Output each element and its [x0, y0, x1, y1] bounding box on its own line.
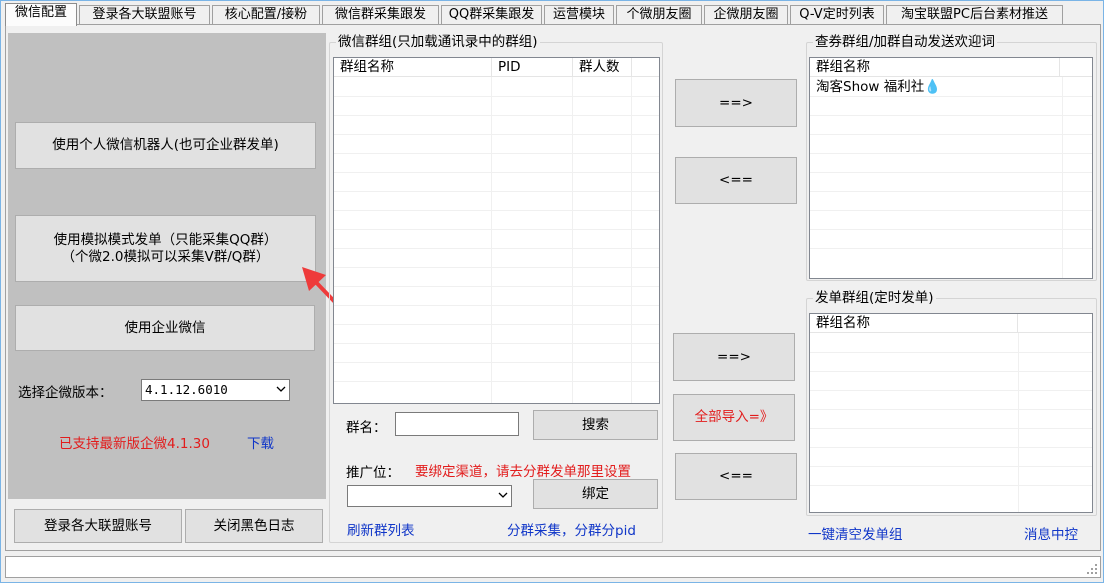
search-label: 搜索: [582, 416, 609, 433]
download-link[interactable]: 下载: [247, 432, 274, 452]
promo-position-label: 推广位：: [346, 465, 400, 481]
coupon-groups-list[interactable]: 群组名称 淘客Show 福利社💧: [809, 57, 1093, 279]
split-group-collect-link[interactable]: 分群采集，分群分pid: [507, 519, 636, 539]
close-log-button[interactable]: 关闭黑色日志: [185, 509, 323, 543]
remove-from-send-groups-button[interactable]: <==: [675, 453, 797, 500]
send-groups-list[interactable]: 群组名称: [809, 313, 1093, 513]
column-member-count[interactable]: 群人数: [573, 58, 632, 77]
login-alliance-button[interactable]: 登录各大联盟账号: [14, 509, 182, 543]
group-name-label: 群名：: [346, 420, 387, 436]
clear-send-groups-link[interactable]: 一键清空发单组: [808, 523, 903, 543]
group-name-input[interactable]: [395, 412, 519, 436]
remove-from-coupon-groups-button[interactable]: <==: [675, 157, 797, 204]
enterprise-wechat-button[interactable]: 使用企业微信: [15, 305, 315, 351]
personal-wechat-bot-label: 使用个人微信机器人(也可企业群发单): [52, 137, 279, 153]
chevron-down-icon: [498, 492, 508, 498]
send-groups-header: 群组名称: [810, 314, 1092, 333]
search-button[interactable]: 搜索: [533, 410, 658, 440]
simulate-mode-label-line2: （个微2.0模拟可以采集V群/Q群）: [61, 248, 270, 265]
column-group-name[interactable]: 群组名称: [810, 314, 1018, 333]
personal-wechat-bot-button[interactable]: 使用个人微信机器人(也可企业群发单): [15, 122, 316, 169]
add-bottom-label: ==>: [717, 348, 751, 365]
bind-label: 绑定: [582, 485, 609, 502]
add-to-send-groups-button[interactable]: ==>: [673, 333, 795, 381]
tab-login-alliance[interactable]: 登录各大联盟账号: [79, 5, 210, 25]
coupon-groups-header: 群组名称: [810, 58, 1092, 77]
bind-button[interactable]: 绑定: [533, 479, 658, 509]
version-label: 选择企微版本：: [18, 385, 113, 401]
tab-wechat-group-collect[interactable]: 微信群采集跟发: [322, 5, 439, 25]
version-select[interactable]: 4.1.12.6010: [141, 379, 290, 401]
tab-taobao-pc-push[interactable]: 淘宝联盟PC后台素材推送: [886, 5, 1063, 25]
coupon-groups-title: 查券群组/加群自动发送欢迎词: [813, 34, 998, 50]
message-center-link[interactable]: 消息中控: [1024, 523, 1078, 543]
status-bar: [5, 556, 1101, 578]
remove-bottom-label: <==: [719, 468, 753, 484]
resize-grip-icon[interactable]: [1086, 563, 1098, 575]
list-item[interactable]: 淘客Show 福利社💧: [810, 78, 941, 97]
column-group-name[interactable]: 群组名称: [810, 58, 1060, 77]
close-log-label: 关闭黑色日志: [213, 517, 295, 534]
chevron-down-icon: [276, 386, 286, 392]
simulate-mode-label-line1: 使用模拟模式发单（只能采集QQ群）: [53, 231, 278, 248]
version-select-value: 4.1.12.6010: [145, 382, 228, 397]
supported-version-text: 已支持最新版企微4.1.30: [59, 436, 210, 452]
wechat-groups-title: 微信群组(只加载通讯录中的群组): [336, 34, 540, 50]
column-group-name[interactable]: 群组名称: [334, 58, 492, 77]
promo-hint-text: 要绑定渠道，请去分群发单那里设置: [415, 464, 631, 480]
tab-qv-schedule[interactable]: Q-V定时列表: [790, 5, 884, 25]
tab-enterprise-moments[interactable]: 企微朋友圈: [704, 5, 788, 25]
tab-wechat-config[interactable]: 微信配置: [5, 3, 77, 26]
refresh-group-list-link[interactable]: 刷新群列表: [347, 519, 415, 539]
tab-qq-group-collect[interactable]: QQ群采集跟发: [441, 5, 542, 25]
wechat-groups-list[interactable]: 群组名称 PID 群人数: [333, 57, 660, 404]
tab-personal-moments[interactable]: 个微朋友圈: [616, 5, 702, 25]
promo-position-select[interactable]: [347, 485, 512, 507]
import-all-label: 全部导入=》: [694, 409, 774, 425]
login-alliance-label: 登录各大联盟账号: [44, 517, 152, 534]
add-to-coupon-groups-button[interactable]: ==>: [675, 79, 797, 127]
wechat-groups-header: 群组名称 PID 群人数: [334, 58, 659, 77]
remove-top-label: <==: [719, 172, 753, 188]
import-all-button[interactable]: 全部导入=》: [673, 394, 795, 441]
tab-core-config[interactable]: 核心配置/接粉: [212, 5, 320, 25]
add-top-label: ==>: [719, 94, 753, 111]
column-pid[interactable]: PID: [492, 58, 573, 77]
send-groups-title: 发单群组(定时发单): [813, 290, 936, 306]
enterprise-wechat-label: 使用企业微信: [124, 319, 206, 336]
tab-operations[interactable]: 运营模块: [544, 5, 614, 25]
simulate-mode-button[interactable]: 使用模拟模式发单（只能采集QQ群） （个微2.0模拟可以采集V群/Q群）: [15, 215, 316, 282]
tab-bar: 微信配置 登录各大联盟账号 核心配置/接粉 微信群采集跟发 QQ群采集跟发 运营…: [3, 3, 1103, 26]
